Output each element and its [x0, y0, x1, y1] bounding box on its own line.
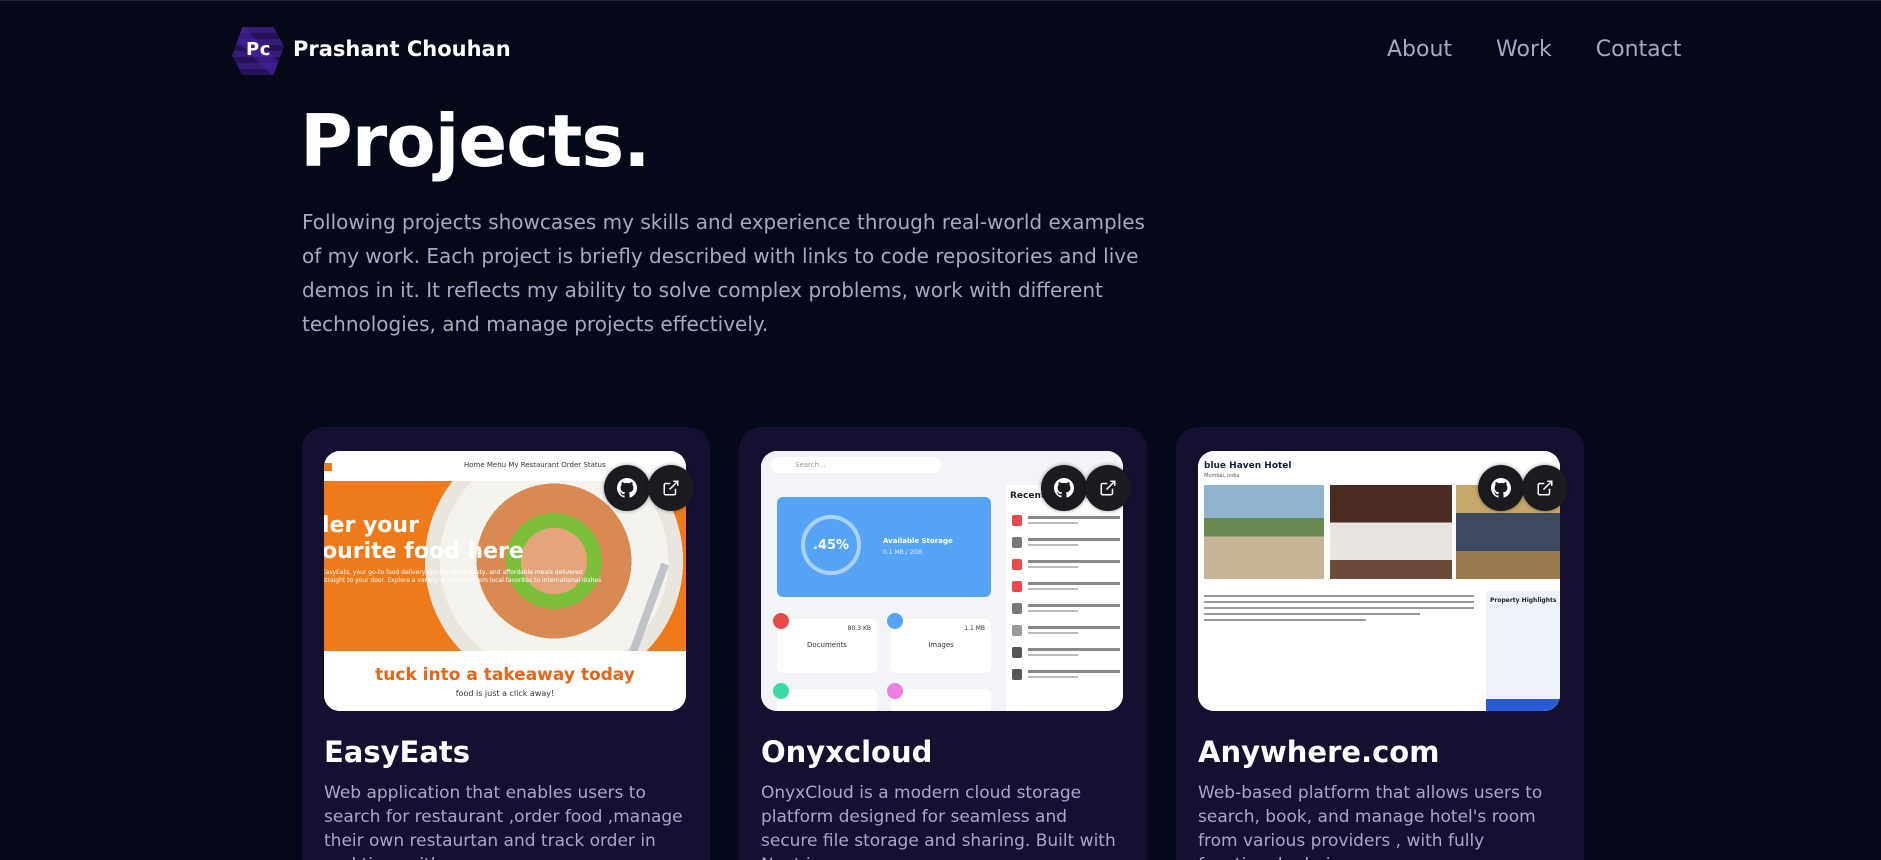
- thumb-others-tile: [887, 683, 991, 711]
- images-icon: [887, 613, 903, 629]
- images-label: Images: [928, 641, 954, 649]
- project-title: Anywhere.com: [1198, 735, 1440, 769]
- project-description: Web application that enables users to se…: [324, 783, 683, 860]
- recent-file-row: [1012, 669, 1122, 681]
- thumb-images-tile: 1.1 MB Images: [887, 613, 991, 673]
- thumb-nav-text: Home Menu My Restaurant Order Status: [464, 461, 606, 469]
- thumb-subline: food is just a click away!: [455, 689, 555, 698]
- live-demo-button[interactable]: [648, 465, 694, 511]
- thumb-footer: tuck into a takeaway today food is just …: [324, 651, 686, 711]
- thumb-logo-mark: [324, 463, 332, 471]
- project-card-anywhere: blue Haven Hotel Mumbai, India Property …: [1176, 427, 1584, 860]
- nav-link-work[interactable]: Work: [1496, 37, 1552, 62]
- thumb-description-lines: [1204, 595, 1474, 625]
- thumb-reserve-button: [1486, 699, 1560, 711]
- project-title: Onyxcloud: [761, 735, 933, 769]
- project-description: Web-based platform that allows users to …: [1198, 783, 1543, 860]
- github-icon: [1054, 478, 1074, 498]
- live-demo-button[interactable]: [1522, 465, 1568, 511]
- recent-file-row: [1012, 537, 1122, 549]
- thumb-headline-2: ourite food here: [324, 539, 524, 564]
- recent-file-row: [1012, 625, 1122, 637]
- recent-file-row: [1012, 581, 1122, 593]
- storage-amount: 0.1 MB / 2GB: [883, 549, 923, 556]
- thumb-hotel-name: blue Haven Hotel: [1204, 461, 1292, 471]
- storage-ring: .45%: [801, 515, 861, 575]
- github-icon: [1491, 478, 1511, 498]
- documents-label: Documents: [807, 641, 847, 649]
- logo-text[interactable]: Pc: [246, 39, 271, 60]
- github-icon: [617, 478, 637, 498]
- others-icon: [887, 683, 903, 699]
- recent-file-row: [1012, 603, 1122, 615]
- thumb-blurb: EasyEats, your go-to food delivery app f…: [324, 569, 602, 584]
- external-link-icon: [1100, 480, 1116, 496]
- thumb-headline-1: ler your: [324, 513, 419, 538]
- live-demo-button[interactable]: [1085, 465, 1131, 511]
- intro-text: Following projects showcases my skills a…: [302, 210, 1145, 336]
- highlights-title: Property Highlights: [1490, 597, 1557, 604]
- thumb-recent-files: Recent files uploaded: [1006, 485, 1123, 711]
- images-size: 1.1 MB: [964, 625, 985, 632]
- external-link-icon: [663, 480, 679, 496]
- nav-links: About Work Contact: [1387, 37, 1681, 62]
- nav-link-about[interactable]: About: [1387, 37, 1452, 62]
- documents-icon: [773, 613, 789, 629]
- thumb-search-bar: Search...: [771, 457, 941, 473]
- project-card-onyxcloud: Search... .45% Available Storage 0.1 MB …: [739, 427, 1147, 860]
- page-title: Projects.: [300, 99, 651, 183]
- project-card-easyeats: Home Menu My Restaurant Order Status ler…: [302, 427, 710, 860]
- recent-file-row: [1012, 515, 1122, 527]
- thumb-documents-tile: 80.3 KB Documents: [773, 613, 877, 673]
- hotel-photo-room: [1330, 485, 1452, 579]
- github-link-button[interactable]: [1041, 465, 1087, 511]
- hotel-photo-pool: [1204, 485, 1324, 579]
- documents-size: 80.3 KB: [847, 625, 871, 632]
- project-description: OnyxCloud is a modern cloud storage plat…: [761, 783, 1116, 860]
- recent-file-row: [1012, 647, 1122, 659]
- navbar: Pc Prashant Chouhan About Work Contact: [0, 1, 1881, 101]
- nav-link-contact[interactable]: Contact: [1596, 37, 1682, 62]
- project-title: EasyEats: [324, 735, 471, 769]
- brand-name[interactable]: Prashant Chouhan: [293, 37, 511, 61]
- recent-file-row: [1012, 559, 1122, 571]
- thumb-storage-card: .45% Available Storage 0.1 MB / 2GB: [777, 497, 991, 597]
- thumb-highlights-panel: Property Highlights: [1486, 591, 1560, 711]
- storage-label: Available Storage: [883, 537, 953, 545]
- github-link-button[interactable]: [1478, 465, 1524, 511]
- github-link-button[interactable]: [604, 465, 650, 511]
- thumb-media-tile: [773, 683, 877, 711]
- thumb-hotel-location: Mumbai, India: [1204, 473, 1240, 479]
- thumb-tagline: tuck into a takeaway today: [375, 665, 635, 685]
- media-icon: [773, 683, 789, 699]
- external-link-icon: [1537, 480, 1553, 496]
